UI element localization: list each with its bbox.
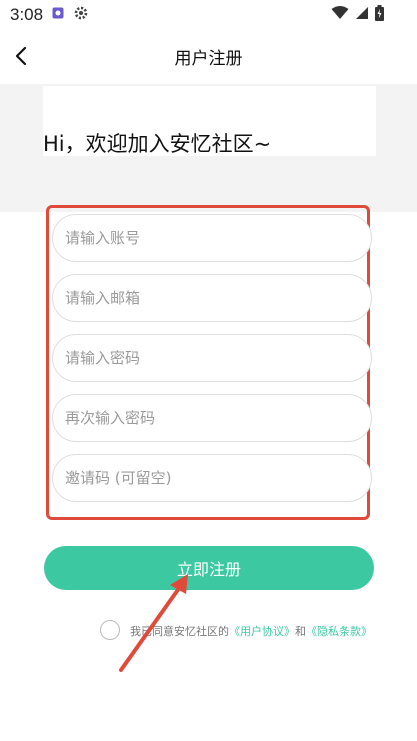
- privacy-policy-link[interactable]: 《隐私条款》: [306, 625, 372, 638]
- account-field-wrapper: [52, 214, 372, 262]
- register-button[interactable]: 立即注册: [44, 546, 374, 590]
- status-bar: 3:08: [0, 0, 417, 28]
- agreement-and: 和: [295, 625, 306, 638]
- agreement-prefix: 我已同意安忆社区的: [130, 625, 229, 638]
- signal-icon: [356, 7, 368, 19]
- password-input[interactable]: [53, 335, 371, 381]
- status-time: 3:08: [10, 5, 44, 24]
- invite-code-field-wrapper: [52, 454, 372, 502]
- page-title: 用户注册: [174, 49, 243, 69]
- gear-icon: [74, 6, 88, 20]
- confirm-password-input[interactable]: [53, 395, 371, 441]
- password-field-wrapper: [52, 334, 372, 382]
- confirm-password-field-wrapper: [52, 394, 372, 442]
- welcome-title: Hi，欢迎加入安忆社区~: [43, 132, 272, 156]
- app-notification-icon: [52, 7, 64, 19]
- status-indicators: [331, 5, 384, 21]
- account-input[interactable]: [53, 215, 371, 261]
- invite-code-input[interactable]: [53, 455, 371, 501]
- user-agreement-link[interactable]: 《用户协议》: [229, 625, 295, 638]
- email-input[interactable]: [53, 275, 371, 321]
- battery-icon: [375, 5, 384, 21]
- wifi-icon: [331, 6, 349, 19]
- registration-form: [46, 205, 372, 520]
- agreement-checkbox[interactable]: [100, 620, 120, 640]
- agreement-text: 我已同意安忆社区的《用户协议》和《隐私条款》: [130, 623, 372, 639]
- email-field-wrapper: [52, 274, 372, 322]
- navigation-bar: 用户注册: [0, 28, 417, 84]
